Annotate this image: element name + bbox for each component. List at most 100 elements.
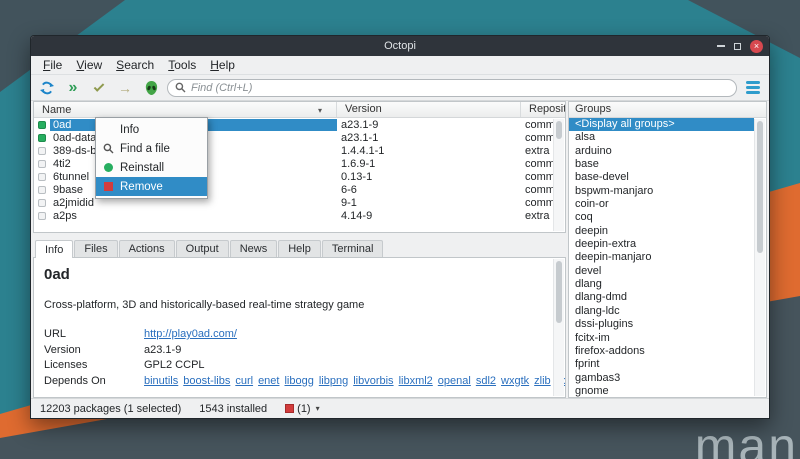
group-item[interactable]: gambas3	[569, 372, 754, 385]
dependency-link[interactable]: libogg	[284, 375, 313, 387]
group-item[interactable]: alsa	[569, 131, 754, 144]
pending-count: (1)	[297, 403, 310, 415]
group-item[interactable]: dlang-ldc	[569, 305, 754, 318]
dependency-link[interactable]: curl	[235, 375, 253, 387]
scrollbar-thumb[interactable]	[757, 121, 763, 253]
package-status-icon	[34, 134, 50, 142]
dependency-link[interactable]: openal	[438, 375, 471, 387]
group-item[interactable]: firefox-addons	[569, 345, 754, 358]
group-item[interactable]: dlang	[569, 278, 754, 291]
groups-header[interactable]: Groups	[569, 102, 766, 118]
menu-item-reinstall[interactable]: Reinstall	[96, 158, 207, 177]
dependency-link[interactable]: binutils	[144, 375, 178, 387]
menu-view[interactable]: View	[69, 58, 109, 72]
depends-list: binutils boost-libs curl enet libogg libpng li…	[144, 375, 566, 388]
sync-database-button[interactable]	[37, 78, 57, 98]
search-input[interactable]	[191, 82, 729, 94]
menu-item-find-a-file[interactable]: Find a file	[96, 139, 207, 158]
group-item[interactable]: base-devel	[569, 171, 754, 184]
close-icon[interactable]: ×	[750, 40, 763, 53]
reinstall-dot-icon	[101, 163, 115, 172]
system-upgrade-button[interactable]: »	[63, 78, 83, 98]
package-status-icon	[34, 160, 50, 168]
panel-toggle-button[interactable]	[743, 78, 763, 98]
tab-actions[interactable]: Actions	[119, 240, 175, 257]
group-item[interactable]: deepin-manjaro	[569, 251, 754, 264]
dependency-link[interactable]: wxgtk	[501, 375, 529, 387]
chevron-down-icon[interactable]: ▾	[316, 404, 320, 413]
group-item[interactable]: dlang-dmd	[569, 291, 754, 304]
menu-tools[interactable]: Tools	[161, 58, 203, 72]
group-item[interactable]: coq	[569, 211, 754, 224]
group-item[interactable]: coin-or	[569, 198, 754, 211]
tab-terminal[interactable]: Terminal	[322, 240, 384, 257]
dependency-link[interactable]: boost-libs	[183, 375, 230, 387]
package-status-icon	[34, 212, 50, 220]
package-name[interactable]: a2ps	[50, 210, 337, 222]
search-box[interactable]	[167, 79, 737, 97]
menu-item-remove[interactable]: Remove	[96, 177, 207, 196]
tab-files[interactable]: Files	[74, 240, 117, 257]
scrollbar-thumb[interactable]	[556, 121, 562, 139]
info-scrollbar[interactable]	[553, 259, 564, 396]
dependency-link[interactable]: enet	[258, 375, 279, 387]
tab-news[interactable]: News	[230, 240, 278, 257]
licenses-label: Licenses	[44, 359, 144, 372]
tab-help[interactable]: Help	[278, 240, 321, 257]
pending-removal-indicator: (1) ▾	[285, 403, 319, 415]
sort-indicator-icon[interactable]: ▾	[318, 106, 332, 115]
maximize-icon[interactable]	[734, 43, 741, 50]
tab-bar: Info Files Actions Output News Help Term…	[33, 239, 566, 257]
commit-button[interactable]	[89, 78, 109, 98]
aur-button[interactable]	[141, 78, 161, 98]
package-repo: community	[521, 119, 553, 131]
group-item[interactable]: base	[569, 158, 754, 171]
menu-search[interactable]: Search	[109, 58, 161, 72]
table-header: Name ▾ Version Repository	[34, 102, 565, 118]
group-item[interactable]: gnome	[569, 385, 754, 397]
tab-output[interactable]: Output	[176, 240, 229, 257]
toolbar: » →	[31, 75, 769, 101]
dependency-link[interactable]: libvorbis	[353, 375, 393, 387]
column-header-name[interactable]: Name ▾	[34, 102, 337, 117]
group-item[interactable]: dssi-plugins	[569, 318, 754, 331]
package-repo: extra	[521, 210, 553, 222]
column-header-version[interactable]: Version	[337, 102, 521, 117]
dependency-link[interactable]: sdl2	[476, 375, 496, 387]
dependency-link[interactable]: libpng	[319, 375, 348, 387]
table-row[interactable]: a2ps 4.14-9 extra	[34, 209, 565, 222]
package-status-icon	[34, 173, 50, 181]
bars-icon	[746, 81, 760, 84]
scrollbar-thumb[interactable]	[556, 261, 562, 323]
url-link[interactable]: http://play0ad.com/	[144, 328, 237, 340]
package-version: 1.6.9-1	[337, 158, 521, 170]
tab-info[interactable]: Info	[35, 240, 73, 258]
dependency-link[interactable]: zlib	[534, 375, 551, 387]
group-item[interactable]: devel	[569, 265, 754, 278]
group-item[interactable]: fcitx-im	[569, 332, 754, 345]
group-item[interactable]: arduino	[569, 145, 754, 158]
version-value: a23.1-9	[144, 344, 566, 357]
group-item[interactable]: fprint	[569, 358, 754, 371]
minimize-icon[interactable]	[717, 45, 725, 47]
package-repo: extra	[521, 145, 553, 157]
table-scrollbar[interactable]	[553, 119, 564, 231]
groups-list: <Display all groups> alsa arduino base b…	[569, 118, 766, 397]
groups-scrollbar[interactable]	[754, 119, 765, 396]
window-title: Octopi	[31, 40, 769, 52]
arrow-icon: →	[118, 80, 132, 96]
octopi-window: Octopi × File View Search Tools Help »	[30, 35, 770, 419]
menu-file[interactable]: File	[36, 58, 69, 72]
group-item[interactable]: bspwm-manjaro	[569, 185, 754, 198]
titlebar[interactable]: Octopi ×	[31, 36, 769, 56]
group-item[interactable]: deepin	[569, 225, 754, 238]
menu-item-info[interactable]: Info	[96, 120, 207, 139]
group-item[interactable]: deepin-extra	[569, 238, 754, 251]
group-item[interactable]: <Display all groups>	[569, 118, 754, 131]
menu-help[interactable]: Help	[203, 58, 242, 72]
rollback-button[interactable]: →	[115, 78, 135, 98]
dependency-link[interactable]: libxml2	[399, 375, 433, 387]
column-header-repository[interactable]: Repository	[521, 102, 565, 117]
depends-label: Depends On	[44, 375, 144, 388]
package-version: a23.1-1	[337, 132, 521, 144]
